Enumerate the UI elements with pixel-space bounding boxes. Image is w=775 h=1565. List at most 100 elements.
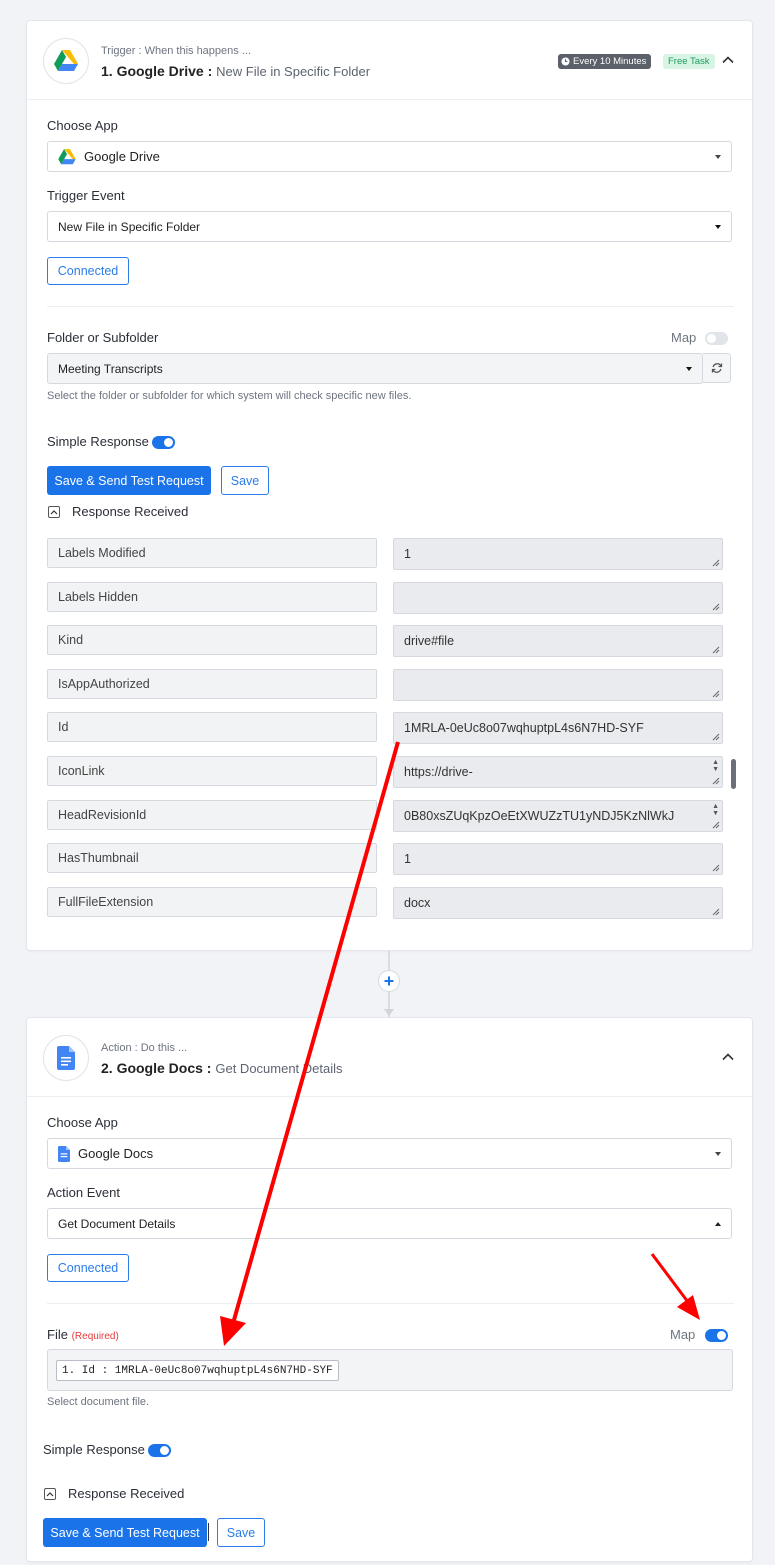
response-value[interactable] [393, 669, 723, 701]
save-button[interactable]: Save [221, 466, 269, 495]
simple-response-toggle[interactable] [148, 1444, 171, 1457]
section-divider [47, 306, 734, 307]
response-received-label: Response Received [72, 504, 189, 519]
response-received-label: Response Received [68, 1486, 185, 1501]
google-drive-icon [43, 38, 89, 84]
action-subtitle: Action : Do this ... [101, 1042, 188, 1054]
trigger-step-name: 1. Google Drive : [101, 63, 213, 79]
connected-button[interactable]: Connected [47, 257, 129, 285]
choose-app-label: Choose App [47, 1115, 118, 1130]
response-row: IconLink https://drive- ▲ ▼ [27, 756, 754, 788]
response-key: HeadRevisionId [47, 800, 377, 830]
choose-app-label: Choose App [47, 118, 118, 133]
simple-response-toggle[interactable] [152, 436, 175, 449]
response-key: Labels Hidden [47, 582, 377, 612]
simple-response-label: Simple Response [43, 1442, 145, 1457]
response-row: FullFileExtension docx [27, 887, 754, 919]
map-toggle[interactable] [705, 332, 728, 345]
chevron-up-icon[interactable] [721, 1050, 735, 1064]
simple-response-label: Simple Response [47, 434, 149, 449]
response-row: Kind drive#file [27, 625, 754, 657]
action-title: 2. Google Docs : Get Document Details [101, 1060, 343, 1076]
response-value[interactable]: docx [393, 887, 723, 919]
response-row: HeadRevisionId 0B80xsZUqKpzOeEtXWUZzTU1y… [27, 800, 754, 832]
clock-icon [561, 57, 570, 66]
collapse-response-button[interactable] [44, 1488, 56, 1500]
refresh-button[interactable] [703, 353, 731, 383]
file-label: File (Required) [47, 1327, 119, 1342]
schedule-badge: Every 10 Minutes [558, 54, 652, 69]
chevron-down-icon [715, 225, 721, 229]
google-docs-icon [58, 1145, 70, 1162]
response-row: IsAppAuthorized [27, 669, 754, 701]
section-divider [47, 1303, 734, 1304]
folder-label: Folder or Subfolder [47, 330, 159, 345]
google-docs-icon [43, 1035, 89, 1081]
response-value[interactable]: https://drive- ▲ ▼ [393, 756, 723, 788]
response-key: Id [47, 712, 377, 742]
action-event-value: Get Document Details [58, 1216, 176, 1231]
response-key: Labels Modified [47, 538, 377, 568]
map-label: Map [671, 330, 697, 345]
save-button[interactable]: Save [217, 1518, 265, 1547]
schedule-badge-label: Every 10 Minutes [573, 56, 647, 67]
action-step-card: Action : Do this ... 2. Google Docs : Ge… [26, 1017, 753, 1562]
response-row: Labels Hidden [27, 582, 754, 614]
trigger-event-name: New File in Specific Folder [216, 64, 371, 79]
chevron-up-icon [715, 1222, 721, 1226]
file-hint: Select document file. [47, 1396, 150, 1408]
folder-select[interactable]: Meeting Transcripts [47, 353, 703, 384]
response-key: Kind [47, 625, 377, 655]
plus-icon [384, 976, 394, 986]
free-task-badge: Free Task [663, 54, 715, 69]
file-mapped-input[interactable]: 1. Id : 1MRLA-0eUc8o07wqhuptpL4s6N7HD-SY… [47, 1349, 733, 1391]
map-label: Map [670, 1327, 696, 1342]
response-value[interactable]: 1 [393, 843, 723, 875]
chevron-down-icon [686, 367, 692, 371]
trigger-event-label: Trigger Event [47, 188, 125, 203]
action-event-select[interactable]: Get Document Details [47, 1208, 732, 1239]
response-value[interactable]: drive#file [393, 625, 723, 657]
choose-app-select[interactable]: Google Drive [47, 141, 732, 172]
text-cursor [208, 1523, 209, 1541]
chevron-down-icon [715, 155, 721, 159]
map-toggle[interactable] [705, 1329, 728, 1342]
response-key: HasThumbnail [47, 843, 377, 873]
action-step-header[interactable]: Action : Do this ... 2. Google Docs : Ge… [27, 1018, 752, 1097]
folder-value: Meeting Transcripts [58, 361, 163, 376]
google-drive-icon [58, 148, 76, 165]
response-value[interactable]: 1MRLA-0eUc8o07wqhuptpL4s6N7HD-SYF [393, 712, 723, 744]
response-row: HasThumbnail 1 [27, 843, 754, 875]
trigger-subtitle: Trigger : When this happens ... [101, 45, 251, 57]
file-label-text: File [47, 1327, 68, 1342]
response-key: IsAppAuthorized [47, 669, 377, 699]
response-scrollbar[interactable] [731, 759, 736, 789]
response-list[interactable]: Labels Modified 1 Labels Hidden Kind dri… [27, 527, 754, 929]
connected-button[interactable]: Connected [47, 1254, 129, 1282]
choose-app-select[interactable]: Google Docs [47, 1138, 732, 1169]
trigger-step-header[interactable]: Trigger : When this happens ... 1. Googl… [27, 21, 752, 100]
chevron-up-icon[interactable] [721, 53, 735, 67]
response-value[interactable]: 1 [393, 538, 723, 570]
save-send-test-button[interactable]: Save & Send Test Request [47, 466, 211, 495]
collapse-response-button[interactable] [48, 506, 60, 518]
response-value[interactable] [393, 582, 723, 614]
refresh-icon [711, 363, 722, 373]
response-key: IconLink [47, 756, 377, 786]
response-key: FullFileExtension [47, 887, 377, 917]
action-event-label: Action Event [47, 1185, 120, 1200]
response-row: Labels Modified 1 [27, 538, 754, 570]
choose-app-value: Google Drive [84, 149, 160, 164]
response-row: Id 1MRLA-0eUc8o07wqhuptpL4s6N7HD-SYF [27, 712, 754, 744]
response-value[interactable]: 0B80xsZUqKpzOeEtXWUZzTU1yNDJ5KzNlWkJ ▲ ▼ [393, 800, 723, 832]
trigger-event-value: New File in Specific Folder [58, 219, 201, 234]
action-event-name: Get Document Details [215, 1061, 343, 1076]
trigger-step-card: Trigger : When this happens ... 1. Googl… [26, 20, 753, 951]
add-step-button[interactable] [378, 970, 400, 992]
chevron-up-icon [50, 510, 58, 515]
chevron-up-icon [46, 1492, 54, 1497]
save-send-test-button[interactable]: Save & Send Test Request [43, 1518, 207, 1547]
connector-arrow-icon [384, 1009, 394, 1016]
trigger-event-select[interactable]: New File in Specific Folder [47, 211, 732, 242]
mapped-field-token[interactable]: 1. Id : 1MRLA-0eUc8o07wqhuptpL4s6N7HD-SY… [56, 1360, 339, 1381]
